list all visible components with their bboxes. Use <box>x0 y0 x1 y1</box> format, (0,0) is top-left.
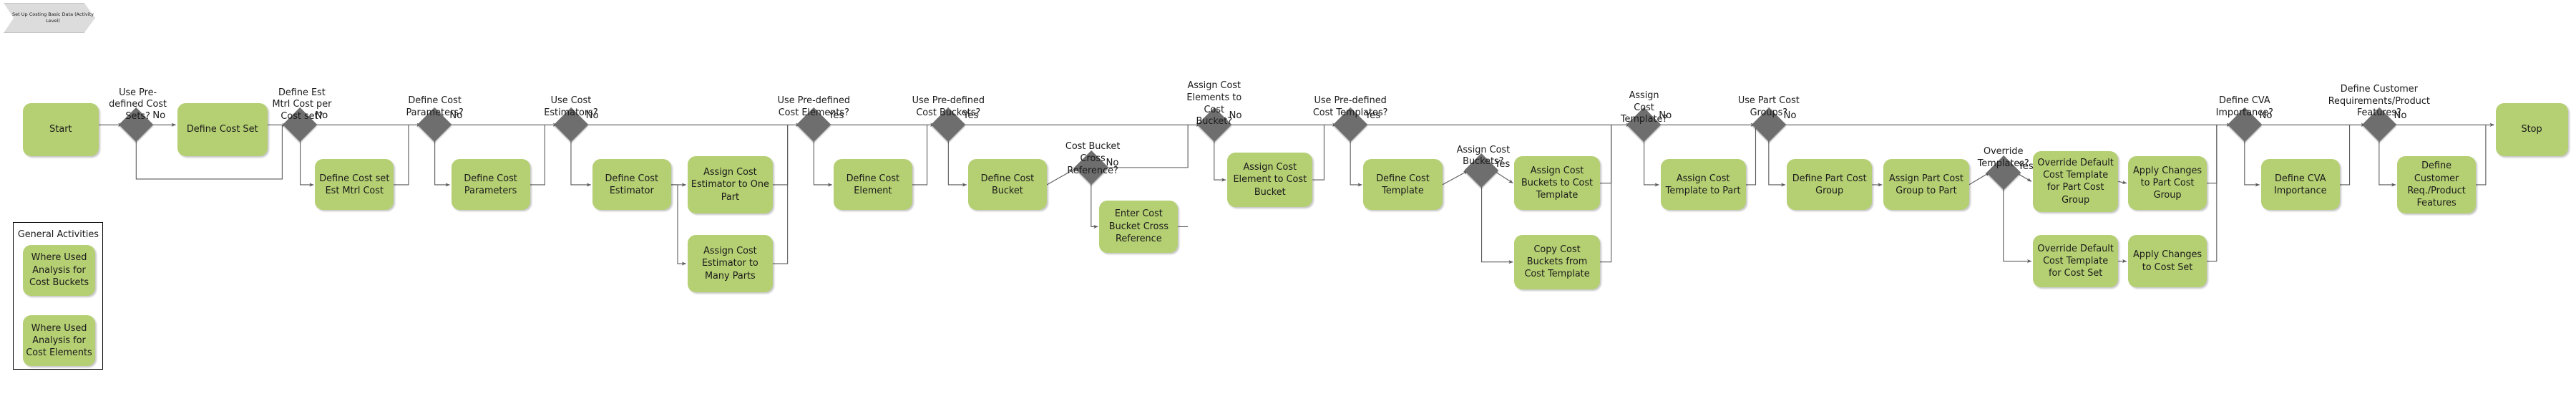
branch-label-gwPredefCostSets: No <box>152 110 166 121</box>
gateway-question-gwAssignElemToBucket: Assign Cost Elements to Cost Bucket? <box>1186 80 1242 128</box>
activity-overrideTplCostSet[interactable]: Override Default Cost Template for Cost … <box>2033 234 2119 288</box>
gateway-question-gwCvaImportance: Define CVA Importance? <box>2215 95 2273 118</box>
activity-assignEstManyParts[interactable]: Assign Cost Estimator to Many Parts <box>687 234 773 293</box>
gateway-question-gwPredefCostElems: Use Pre-defined Cost Elements? <box>777 95 850 118</box>
activity-start[interactable]: Start <box>23 103 99 156</box>
activity-definePartCostGroup[interactable]: Define Part Cost Group <box>1787 159 1873 211</box>
activity-enterCostBucketXref[interactable]: Enter Cost Bucket Cross Reference <box>1099 200 1179 254</box>
activity-defCostSetEstMtrl[interactable]: Define Cost set Est Mtrl Cost <box>315 159 394 211</box>
legend-title: General Activities <box>17 229 99 240</box>
branch-label-gwAssignElemToBucket: No <box>1229 110 1242 121</box>
activity-applyChangesPartGroup[interactable]: Apply Changes to Part Cost Group <box>2128 155 2207 211</box>
activity-defineCostElement[interactable]: Define Cost Element <box>833 159 912 211</box>
branch-label-gwCvaImportance: No <box>2259 110 2273 121</box>
branch-label-gwCostTemplates: Yes <box>1365 110 1381 121</box>
branch-label-gwAssignBuckets: Yes <box>1494 159 1511 170</box>
activity-assignTemplateToPart[interactable]: Assign Cost Template to Part <box>1660 159 1746 211</box>
activity-defineCostTemplate[interactable]: Define Cost Template <box>1363 159 1443 211</box>
legend-item-1[interactable]: Where Used Analysis for Cost Elements <box>23 315 95 367</box>
branch-label-gwOverrideTemplates: Yes <box>2018 160 2034 172</box>
flowchart-canvas: Set Up Costing Basic Data (Activity Leve… <box>0 0 2576 394</box>
gateway-question-gwEstMtrlCost: Define Est Mtrl Cost per Cost set? <box>272 87 332 122</box>
activity-assignGroupToPart[interactable]: Assign Part Cost Group to Part <box>1883 159 1969 211</box>
gateway-question-gwCostTemplate: Assign Cost Template? <box>1620 90 1668 125</box>
activity-defineCvaImportance[interactable]: Define CVA Importance <box>2260 159 2340 211</box>
legend-item-0[interactable]: Where Used Analysis for Cost Buckets <box>23 244 95 296</box>
gateway-question-gwPredefCostSets: Use Pre- defined Cost Sets? <box>109 87 167 122</box>
branch-label-gwCostParams: No <box>449 110 463 121</box>
activity-assignEstOnePart[interactable]: Assign Cost Estimator to One Part <box>687 155 773 214</box>
page-title: Set Up Costing Basic Data (Activity Leve… <box>12 11 94 24</box>
gateway-question-gwPartCostGroups: Use Part Cost Groups? <box>1737 95 1800 118</box>
branch-label-gwPartCostGroups: No <box>1783 110 1797 121</box>
branch-label-gwPredefCostBuckets: Yes <box>962 110 979 121</box>
diagram-title-banner: Set Up Costing Basic Data (Activity Leve… <box>4 3 95 33</box>
gateway-question-gwCustomerReq: Define Customer Requirements/Product Fea… <box>2328 83 2430 119</box>
activity-defineCostBucket[interactable]: Define Cost Bucket <box>967 159 1047 211</box>
activity-applyChangesCostSet[interactable]: Apply Changes to Cost Set <box>2128 234 2207 288</box>
gateway-question-gwCostParams: Define Cost Parameters? <box>406 95 464 118</box>
branch-label-gwCostEstimators: No <box>585 110 599 121</box>
activity-defineCostParams[interactable]: Define Cost Parameters <box>451 159 530 211</box>
gateway-question-gwOverrideTemplates: Override Templates? <box>1977 146 2029 169</box>
activity-assignCostElemToBucket[interactable]: Assign Cost Element to Cost Bucket <box>1227 153 1313 207</box>
branch-label-gwCostTemplate: No <box>1659 110 1672 121</box>
gateway-question-gwCostTemplates: Use Pre-defined Cost Templates? <box>1312 95 1388 118</box>
branch-label-gwBucketXref: No <box>1106 158 1119 169</box>
gateway-question-gwBucketXref: Cost Bucket Cross Reference? <box>1065 141 1121 176</box>
activity-copyBucketsFromTemplate[interactable]: Copy Cost Buckets from Cost Template <box>1514 234 1600 289</box>
activity-defineCostEstimator[interactable]: Define Cost Estimator <box>592 159 671 211</box>
gateway-question-gwAssignBuckets: Assign Cost Buckets? <box>1456 144 1511 168</box>
gateway-question-gwCostEstimators: Use Cost Estimators? <box>544 95 598 118</box>
gateway-question-gwPredefCostBuckets: Use Pre-defined Cost Buckets? <box>912 95 985 118</box>
branch-label-gwEstMtrlCost: No <box>315 110 328 121</box>
branch-label-gwPredefCostElems: Yes <box>828 110 844 121</box>
activity-defineCustReq[interactable]: Define Customer Req./Product Features <box>2397 155 2477 214</box>
activity-stop[interactable]: Stop <box>2495 103 2568 156</box>
branch-label-gwCustomerReq: No <box>2394 110 2407 121</box>
